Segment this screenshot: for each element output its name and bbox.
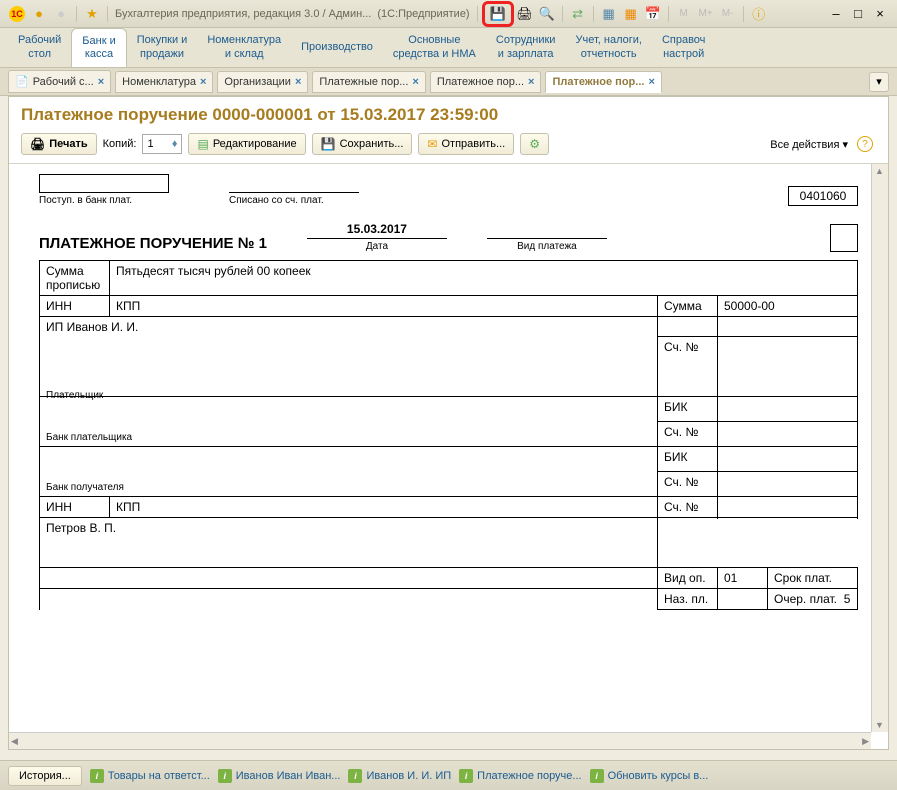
amount-words-label: Сумма прописью <box>40 261 110 296</box>
print-button[interactable]: 🖨Печать <box>21 133 97 155</box>
tab-close-icon[interactable]: × <box>528 76 534 88</box>
horizontal-scrollbar[interactable] <box>9 732 871 749</box>
status-link[interactable]: iИванов И. И. ИП <box>348 769 451 783</box>
edit-button[interactable]: ▤Редактирование <box>188 133 305 155</box>
statusbar: История... iТовары на ответст... iИванов… <box>0 760 897 790</box>
tabs-overflow-button[interactable]: ▾ <box>869 72 889 92</box>
section-bank[interactable]: Банк икасса <box>71 28 126 67</box>
m-icon[interactable]: M <box>676 6 692 22</box>
close-icon[interactable]: × <box>872 6 888 22</box>
save-button[interactable]: 💾Сохранить... <box>312 133 413 155</box>
copies-label: Копий: <box>103 138 137 150</box>
grid-icon[interactable]: ▦ <box>623 6 639 22</box>
tab-payment-2[interactable]: Платежное пор...× <box>545 71 661 93</box>
nav-fwd-icon[interactable]: ● <box>53 6 69 22</box>
section-production[interactable]: Производство <box>291 28 383 67</box>
nav-back-icon[interactable]: ● <box>31 6 47 22</box>
tab-close-icon[interactable]: × <box>98 76 104 88</box>
edit-icon: ▤ <box>197 137 208 151</box>
calendar-icon[interactable]: 📅 <box>645 6 661 22</box>
info-badge-icon: i <box>90 769 104 783</box>
tab-organizations[interactable]: Организации× <box>217 71 308 93</box>
tab-close-icon[interactable]: × <box>648 76 654 88</box>
status-link[interactable]: iПлатежное поруче... <box>459 769 581 783</box>
send-button[interactable]: ✉Отправить... <box>418 133 514 155</box>
tool-icon: ⚙ <box>529 137 540 151</box>
vertical-scrollbar[interactable] <box>871 164 888 732</box>
info-badge-icon: i <box>459 769 473 783</box>
favorite-icon[interactable]: ★ <box>84 6 100 22</box>
status-link[interactable]: iИванов Иван Иван... <box>218 769 341 783</box>
amount-words: Пятьдесят тысяч рублей 00 копеек <box>110 261 858 296</box>
maximize-icon[interactable]: □ <box>850 6 866 22</box>
app-logo-icon: 1С <box>9 6 25 22</box>
all-actions-link[interactable]: Все действия ▾ <box>770 138 848 151</box>
tab-nomenclature[interactable]: Номенклатура× <box>115 71 213 93</box>
calc-icon[interactable]: ▦ <box>601 6 617 22</box>
section-references[interactable]: Справочнастрой <box>652 28 715 67</box>
status-link[interactable]: iТовары на ответст... <box>90 769 210 783</box>
tab-desktop[interactable]: 📄Рабочий с...× <box>8 70 111 93</box>
tab-close-icon[interactable]: × <box>412 76 418 88</box>
payer-name: ИП Иванов И. И. <box>46 320 651 334</box>
form-date: 15.03.2017 <box>307 222 447 239</box>
document-title: Платежное поручение 0000-000001 от 15.03… <box>21 105 876 125</box>
section-nomenclature[interactable]: Номенклатураи склад <box>197 28 291 67</box>
document-tabs: 📄Рабочий с...× Номенклатура× Организации… <box>0 68 897 96</box>
copies-spinner[interactable]: 1♦ <box>142 134 182 154</box>
app-title: Бухгалтерия предприятия, редакция 3.0 / … <box>115 8 371 20</box>
bank-receipt-label: Поступ. в банк плат. <box>39 192 169 206</box>
document-toolbar: 🖨Печать Копий: 1♦ ▤Редактирование 💾Сохра… <box>9 129 888 164</box>
diskette-icon: 💾 <box>321 137 336 151</box>
m-plus-icon[interactable]: M+ <box>698 6 714 22</box>
platform-label: (1С:Предприятие) <box>377 8 469 20</box>
status-link[interactable]: iОбновить курсы в... <box>590 769 709 783</box>
tab-payment-1[interactable]: Платежное пор...× <box>430 71 542 93</box>
form-heading: ПЛАТЕЖНОЕ ПОРУЧЕНИЕ № 1 <box>39 235 267 252</box>
print-preview: Поступ. в банк плат. Списано со сч. плат… <box>9 164 888 749</box>
section-tabs: Рабочийстол Банк икасса Покупки ипродажи… <box>0 28 897 68</box>
help-icon[interactable]: ? <box>857 136 873 152</box>
form-code: 0401060 <box>788 186 858 206</box>
print-icon[interactable]: 🖨 <box>517 6 533 22</box>
sum-value: 50000-00 <box>718 296 858 317</box>
minimize-icon[interactable]: – <box>828 6 844 22</box>
section-assets[interactable]: Основныесредства и НМА <box>383 28 486 67</box>
section-accounting[interactable]: Учет, налоги,отчетность <box>565 28 651 67</box>
save-icon[interactable]: 💾 <box>490 6 506 22</box>
section-purchases[interactable]: Покупки ипродажи <box>127 28 198 67</box>
info-badge-icon: i <box>218 769 232 783</box>
info-badge-icon: i <box>348 769 362 783</box>
tab-close-icon[interactable]: × <box>295 76 301 88</box>
printer-icon: 🖨 <box>30 137 45 151</box>
recipient-name: Петров В. П. <box>46 521 651 535</box>
titlebar: 1С ● ● ★ Бухгалтерия предприятия, редакц… <box>0 0 897 28</box>
history-button[interactable]: История... <box>8 766 82 786</box>
document-area: Платежное поручение 0000-000001 от 15.03… <box>8 96 889 750</box>
envelope-icon: ✉ <box>427 137 437 151</box>
section-desktop[interactable]: Рабочийстол <box>8 28 71 67</box>
m-minus-icon[interactable]: M- <box>720 6 736 22</box>
save-button-highlight: 💾 <box>482 1 514 27</box>
tab-payments[interactable]: Платежные пор...× <box>312 71 425 93</box>
info-icon[interactable]: ⓘ <box>751 6 767 22</box>
compare-icon[interactable]: ⇄ <box>570 6 586 22</box>
tab-close-icon[interactable]: × <box>200 76 206 88</box>
extra-button[interactable]: ⚙ <box>520 133 549 155</box>
info-badge-icon: i <box>590 769 604 783</box>
preview-icon[interactable]: 🔍 <box>539 6 555 22</box>
section-employees[interactable]: Сотрудникии зарплата <box>486 28 566 67</box>
written-off-label: Списано со сч. плат. <box>229 192 359 206</box>
